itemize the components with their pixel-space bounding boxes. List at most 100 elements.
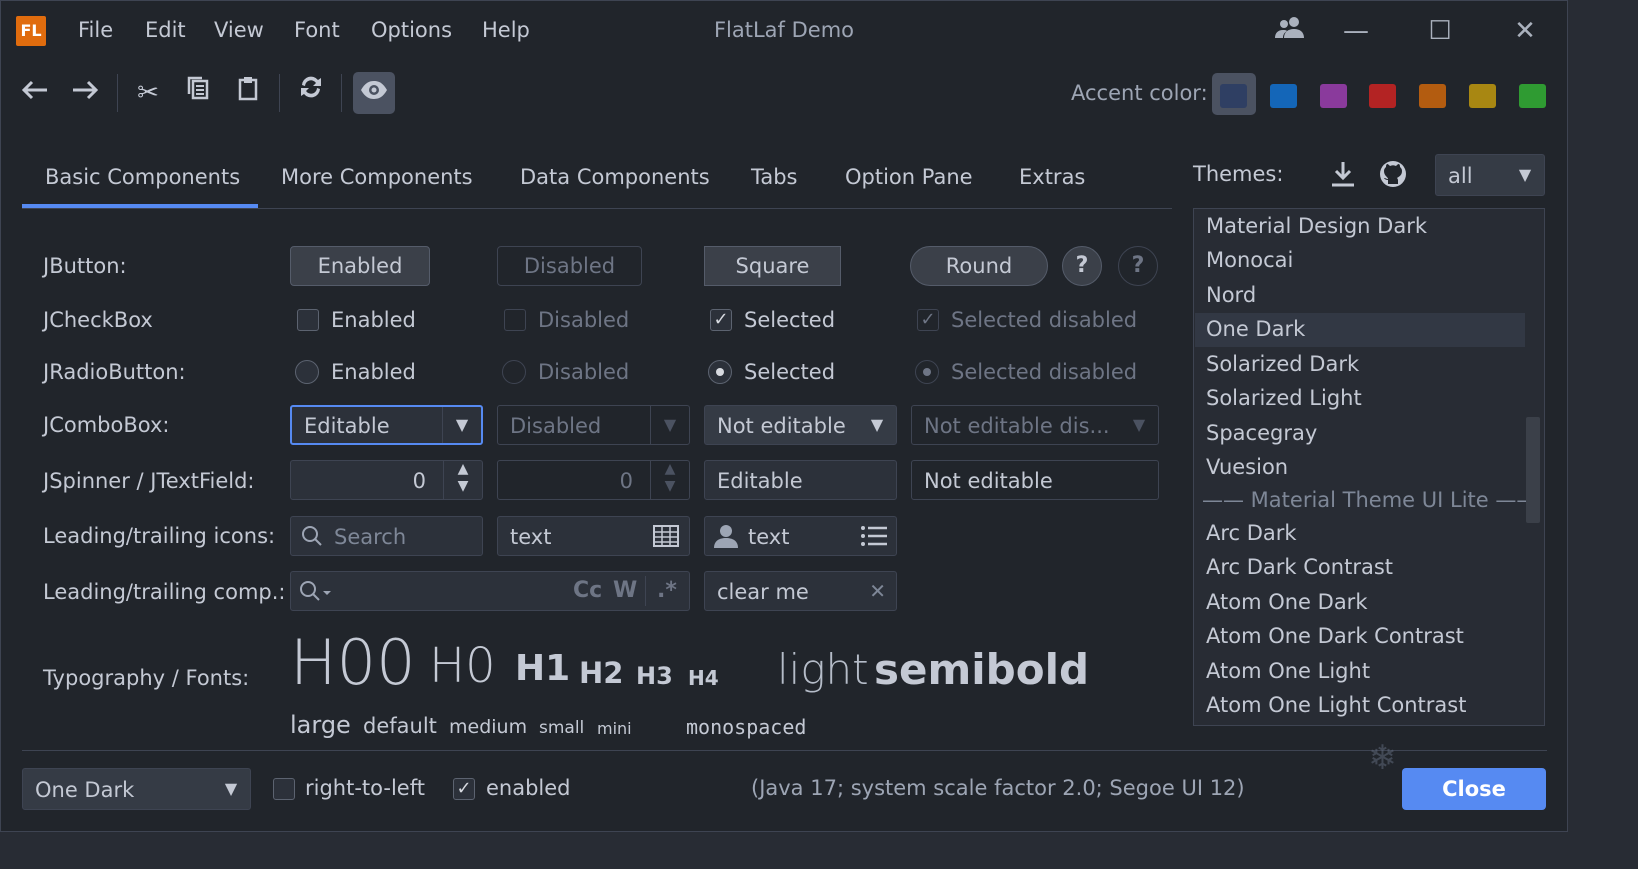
themes-filter-value: all bbox=[1448, 164, 1473, 188]
checkbox-selected-label: Selected bbox=[744, 308, 836, 332]
typo-large: large bbox=[290, 711, 351, 739]
paste-icon[interactable] bbox=[227, 72, 269, 114]
minimize-icon[interactable]: — bbox=[1336, 14, 1376, 48]
rtl-checkbox[interactable] bbox=[273, 778, 295, 800]
theme-item[interactable]: Arc Dark Contrast bbox=[1206, 555, 1393, 579]
tab-more-components[interactable]: More Components bbox=[281, 165, 473, 189]
accent-swatch-purple[interactable] bbox=[1320, 84, 1347, 108]
comp-separator bbox=[645, 576, 646, 606]
text-field-value[interactable]: text bbox=[510, 525, 551, 549]
editable-textfield[interactable]: Editable bbox=[704, 460, 897, 500]
accent-swatch-default[interactable] bbox=[1220, 84, 1247, 108]
tab-option-pane[interactable]: Option Pane bbox=[845, 165, 973, 189]
theme-combobox[interactable]: One Dark ▼ bbox=[22, 768, 251, 810]
search-field[interactable]: Search bbox=[290, 516, 483, 556]
refresh-icon[interactable] bbox=[290, 72, 332, 114]
table-icon[interactable] bbox=[653, 525, 679, 552]
theme-item[interactable]: Material Design Dark bbox=[1206, 214, 1427, 238]
text-field-with-table-icon[interactable]: text bbox=[497, 516, 690, 556]
copy-icon[interactable] bbox=[177, 72, 219, 114]
theme-item[interactable]: Solarized Dark bbox=[1206, 352, 1359, 376]
close-window-icon[interactable]: ✕ bbox=[1505, 14, 1545, 48]
download-icon[interactable] bbox=[1330, 160, 1356, 193]
spinner-value[interactable]: 0 bbox=[413, 469, 426, 493]
regex-toggle[interactable]: .* bbox=[657, 578, 677, 603]
search-icon bbox=[301, 525, 323, 552]
theme-item[interactable]: Atom One Dark bbox=[1206, 590, 1367, 614]
list-icon[interactable] bbox=[860, 525, 888, 552]
user-field-value[interactable]: text bbox=[748, 525, 789, 549]
checkbox-selected[interactable]: ✓ bbox=[710, 309, 732, 331]
themes-label: Themes: bbox=[1193, 162, 1284, 186]
editable-combobox-value[interactable]: Editable bbox=[304, 414, 390, 438]
round-button[interactable]: Round bbox=[910, 246, 1048, 286]
accent-swatch-green[interactable] bbox=[1519, 84, 1546, 108]
match-case-toggle[interactable]: Cc bbox=[573, 578, 602, 603]
text-field-with-user-icon[interactable]: text bbox=[704, 516, 897, 556]
themes-scrollbar-thumb[interactable] bbox=[1526, 417, 1540, 523]
help-button[interactable]: ? bbox=[1062, 246, 1102, 286]
theme-item[interactable]: Atom One Light bbox=[1206, 659, 1370, 683]
clear-icon[interactable]: ✕ bbox=[869, 579, 886, 603]
spinner-arrows-icon[interactable]: ▲ ▼ bbox=[443, 461, 482, 499]
enabled-button[interactable]: Enabled bbox=[290, 246, 430, 286]
not-editable-disabled-combobox-value: Not editable dis... bbox=[924, 414, 1110, 438]
theme-item[interactable]: Vuesion bbox=[1206, 455, 1288, 479]
jspinner-label: JSpinner / JTextField: bbox=[43, 469, 255, 493]
themes-list[interactable]: Material Design Dark Monocai Nord One Da… bbox=[1193, 208, 1545, 726]
themes-filter-combobox[interactable]: all ▼ bbox=[1435, 154, 1545, 196]
enabled-checkbox[interactable]: ✓ bbox=[453, 778, 475, 800]
theme-item-selected[interactable]: One Dark bbox=[1206, 317, 1305, 341]
radio-enabled[interactable] bbox=[295, 360, 319, 384]
not-editable-textfield: Not editable bbox=[911, 460, 1159, 500]
accent-swatch-blue[interactable] bbox=[1270, 84, 1297, 108]
spinner-disabled-value: 0 bbox=[619, 469, 633, 493]
chevron-down-icon[interactable]: ▼ bbox=[442, 407, 481, 443]
users-icon[interactable] bbox=[1270, 14, 1310, 48]
radio-disabled-label: Disabled bbox=[538, 360, 630, 384]
search-options-field[interactable]: Cc W .* bbox=[290, 571, 690, 611]
theme-item[interactable]: Arc Dark bbox=[1206, 521, 1297, 545]
typography-label: Typography / Fonts: bbox=[43, 666, 250, 690]
tab-basic-components[interactable]: Basic Components bbox=[45, 165, 240, 189]
accent-swatch-yellow[interactable] bbox=[1469, 84, 1496, 108]
maximize-icon[interactable]: ☐ bbox=[1420, 14, 1460, 48]
back-arrow-icon[interactable] bbox=[14, 72, 56, 114]
editable-textfield-value[interactable]: Editable bbox=[717, 469, 803, 493]
chevron-down-icon[interactable]: ▼ bbox=[858, 406, 896, 444]
disabled-combobox: Disabled ▼ bbox=[497, 405, 690, 445]
github-icon[interactable] bbox=[1379, 160, 1407, 193]
whole-word-toggle[interactable]: W bbox=[613, 578, 637, 603]
search-dropdown-icon[interactable] bbox=[299, 580, 335, 607]
theme-item[interactable]: Atom One Dark Contrast bbox=[1206, 624, 1464, 648]
theme-item[interactable]: Solarized Light bbox=[1206, 386, 1362, 410]
theme-item[interactable]: Nord bbox=[1206, 283, 1256, 307]
clear-me-field[interactable]: clear me ✕ bbox=[704, 571, 897, 611]
typo-medium: medium bbox=[449, 716, 528, 738]
tab-data-components[interactable]: Data Components bbox=[520, 165, 710, 189]
eye-icon[interactable] bbox=[353, 72, 395, 114]
accent-swatch-red[interactable] bbox=[1369, 84, 1396, 108]
spinner[interactable]: 0 ▲ ▼ bbox=[290, 460, 483, 500]
tab-tabs[interactable]: Tabs bbox=[751, 165, 798, 189]
jradiobutton-label: JRadioButton: bbox=[43, 360, 186, 384]
chevron-down-icon[interactable]: ▼ bbox=[212, 769, 250, 809]
editable-combobox[interactable]: Editable ▼ bbox=[290, 405, 483, 445]
theme-item[interactable]: Spacegray bbox=[1206, 421, 1317, 445]
close-button[interactable]: Close bbox=[1402, 768, 1546, 810]
chevron-down-icon: ▼ bbox=[1132, 415, 1146, 434]
checkbox-enabled[interactable] bbox=[297, 309, 319, 331]
radio-selected[interactable] bbox=[708, 360, 732, 384]
disabled-button: Disabled bbox=[497, 246, 642, 286]
cut-icon[interactable]: ✂ bbox=[127, 72, 169, 114]
square-button[interactable]: Square bbox=[704, 246, 841, 286]
leading-trailing-icons-label: Leading/trailing icons: bbox=[43, 524, 276, 548]
chevron-down-icon[interactable]: ▼ bbox=[1506, 155, 1544, 195]
theme-item[interactable]: Monocai bbox=[1206, 248, 1293, 272]
accent-swatch-orange[interactable] bbox=[1419, 84, 1446, 108]
not-editable-combobox[interactable]: Not editable ▼ bbox=[704, 405, 897, 445]
tab-extras[interactable]: Extras bbox=[1019, 165, 1085, 189]
forward-arrow-icon[interactable] bbox=[64, 72, 106, 114]
theme-item[interactable]: Atom One Light Contrast bbox=[1206, 693, 1466, 717]
clear-me-value[interactable]: clear me bbox=[717, 580, 809, 604]
